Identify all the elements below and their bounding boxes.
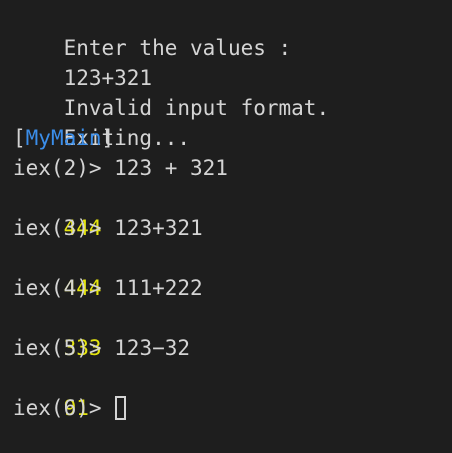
prompt-line: iex(3)> 123+321 <box>13 213 452 243</box>
prompt-line: iex(5)> 123−32 <box>13 333 452 363</box>
output-text: 123+321 <box>63 66 153 90</box>
result-line: 444 <box>13 243 452 300</box>
prompt-line: iex(2)> 123 + 321 <box>13 153 452 183</box>
result-line: 444 <box>13 183 452 240</box>
command-input: 123−32 <box>114 336 191 360</box>
module-name: MyMain <box>25 126 102 150</box>
module-bracket-open: [ <box>13 126 26 150</box>
prompt-line: iex(4)> 111+222 <box>13 273 452 303</box>
terminal-window[interactable]: Enter the values : 123+321 Invalid input… <box>0 0 452 436</box>
result-line: 91 <box>13 363 452 420</box>
command-input: 123 + 321 <box>114 156 228 180</box>
active-prompt-line[interactable]: iex(6)> <box>13 393 452 423</box>
iex-prompt: iex(6)> <box>13 396 115 420</box>
iex-prompt: iex(5)> <box>13 336 115 360</box>
module-line: [MyMain] <box>13 123 452 153</box>
iex-prompt: iex(2)> <box>13 156 115 180</box>
error-message: Invalid input format. <box>63 96 330 120</box>
text-cursor <box>115 396 127 420</box>
output-text: Enter the values : <box>63 36 292 60</box>
result-line: 333 <box>13 303 452 360</box>
command-input: 111+222 <box>114 276 203 300</box>
module-bracket-close: ] <box>101 126 115 150</box>
iex-prompt: iex(4)> <box>13 276 115 300</box>
iex-prompt: iex(3)> <box>13 216 115 240</box>
terminal-line: Enter the values : <box>13 3 452 60</box>
command-input: 123+321 <box>114 216 203 240</box>
